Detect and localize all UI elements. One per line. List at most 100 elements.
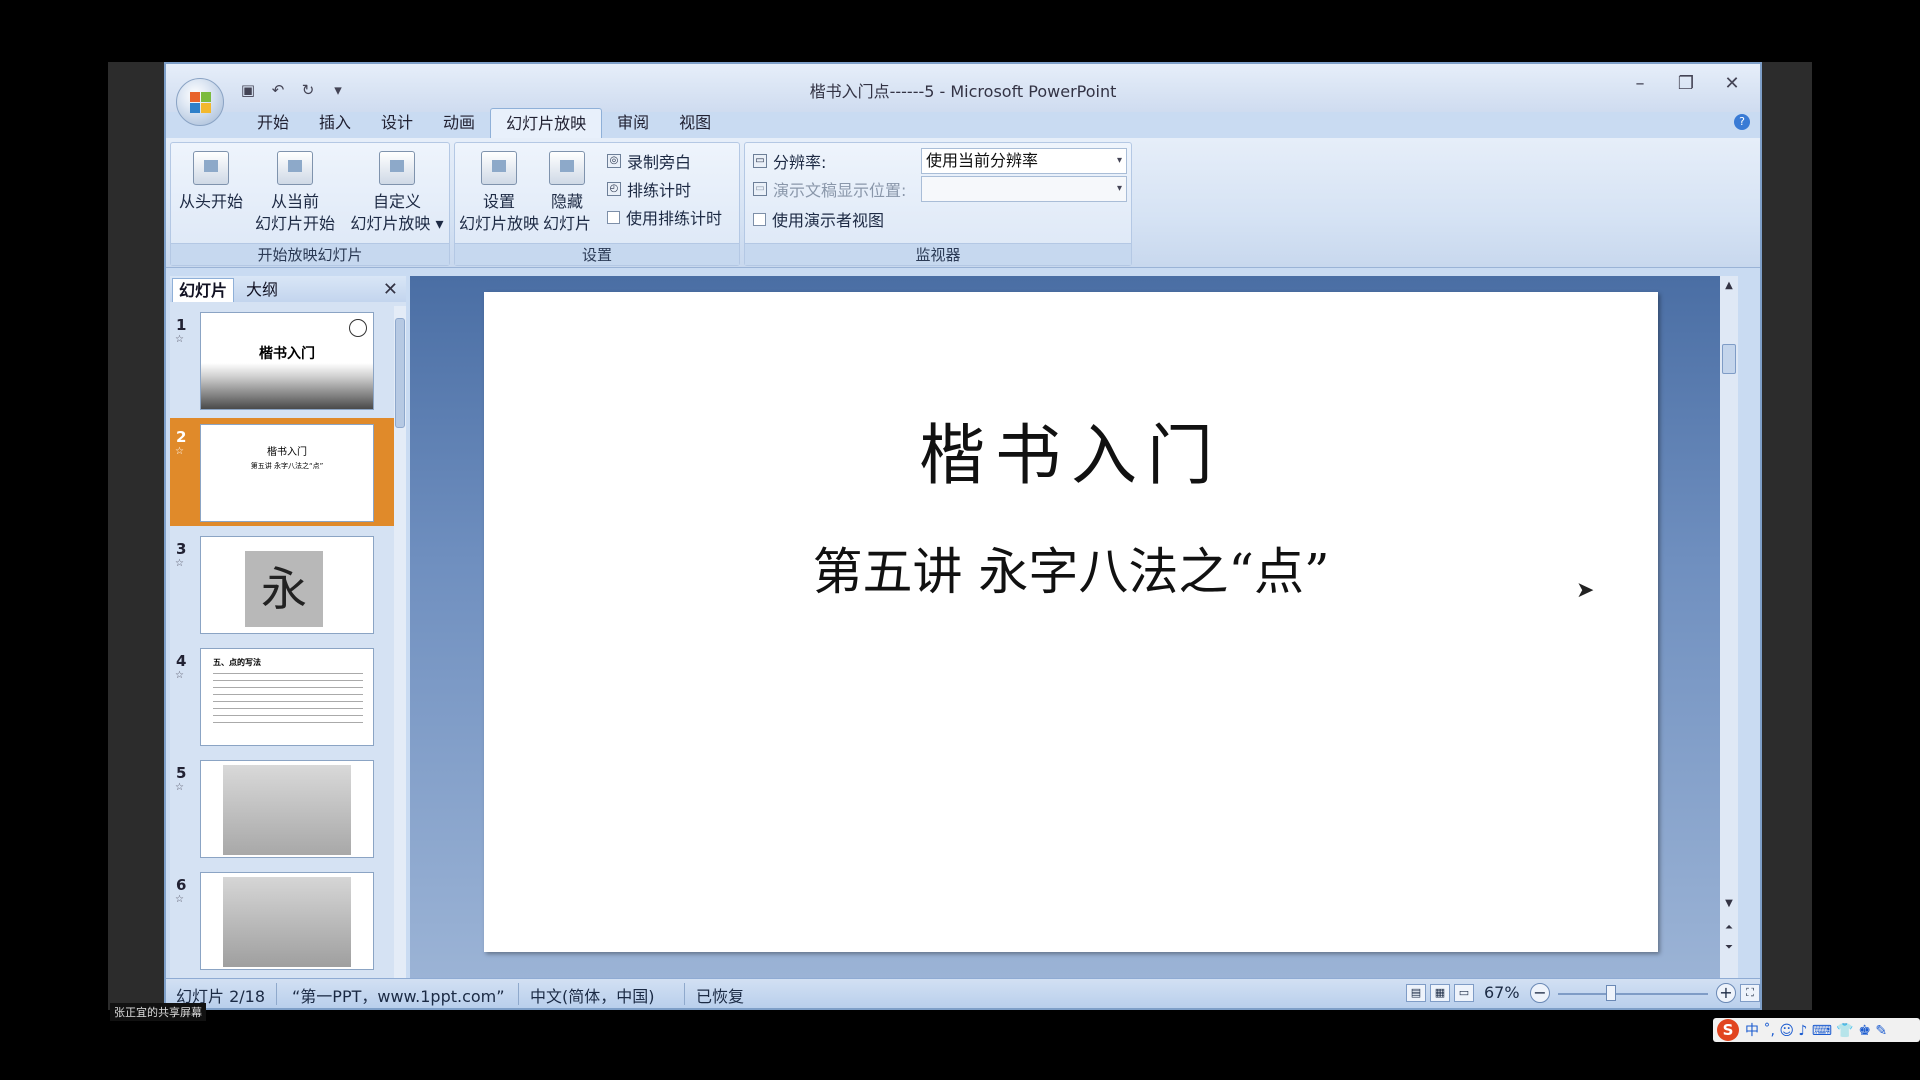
thumbnail-row-5[interactable]: 5 ☆ <box>170 754 396 862</box>
thumbnail-heading: 五、点的写法 <box>213 658 261 667</box>
scrollbar-thumb[interactable] <box>1722 344 1736 374</box>
group-label-monitors: 监视器 <box>745 243 1131 265</box>
next-slide-icon[interactable]: ⏷ <box>1722 942 1736 953</box>
hide-label-2: 幻灯片 <box>542 214 591 233</box>
current-slide[interactable]: 楷书入门 第五讲 永字八法之“点” ➤ <box>484 292 1658 952</box>
help-icon[interactable]: ? <box>1734 114 1750 130</box>
scrollbar-thumb[interactable] <box>395 318 405 428</box>
ribbon: 从头开始 从当前 幻灯片开始 自定义 幻灯片放映 ▾ 开始放映幻灯片 设置 幻灯… <box>166 138 1760 268</box>
tab-outline[interactable]: 大纲 <box>240 278 284 302</box>
tab-view[interactable]: 视图 <box>664 108 726 138</box>
tab-slides[interactable]: 幻灯片 <box>172 278 235 302</box>
window-controls: – ❐ ✕ <box>1626 72 1746 96</box>
from-beginning-button[interactable]: 从头开始 <box>175 151 247 213</box>
status-bar: 幻灯片 2/18 “第一PPT，www.1ppt.com” 中文(简体，中国) … <box>166 978 1760 1008</box>
slide-title[interactable]: 楷书入门 <box>484 402 1658 498</box>
zoom-in-icon[interactable]: + <box>1716 983 1736 1003</box>
thumbnail-photo <box>223 877 351 967</box>
sogou-ime-icon[interactable]: S <box>1717 1019 1739 1041</box>
language-indicator[interactable]: 中文(简体，中国) <box>530 983 655 1007</box>
ribbon-tabs: 开始 插入 设计 动画 幻灯片放映 审阅 视图 <box>242 108 726 138</box>
record-narration-button[interactable]: ◎ 录制旁白 <box>607 149 691 173</box>
zoom-out-icon[interactable]: − <box>1530 983 1550 1003</box>
pane-tabs: 幻灯片 大纲 ✕ <box>170 276 406 302</box>
ime-toolbar: S 中 ˚, ☺ ♪ ⌨ 👕 ♚ ✎ <box>1713 1018 1920 1042</box>
chevron-down-icon: ▾ <box>1116 183 1122 194</box>
slides-pane: 幻灯片 大纲 ✕ 1 ☆ 楷书入门 2 ☆ 楷书入门 第五讲 永字八法之“点” … <box>170 276 406 986</box>
theme-name: “第一PPT，www.1ppt.com” <box>292 987 505 1006</box>
office-button[interactable] <box>176 78 224 126</box>
slideshow-play-icon <box>193 151 229 185</box>
thumbnail-row-6[interactable]: 6 ☆ <box>170 866 396 974</box>
thumbnail-3[interactable]: 永 <box>200 536 374 634</box>
custom-show-button[interactable]: 自定义 幻灯片放映 ▾ <box>347 151 447 235</box>
transition-icon: ☆ <box>175 558 184 569</box>
slide-subtitle[interactable]: 第五讲 永字八法之“点” <box>484 532 1658 604</box>
checkbox-icon[interactable] <box>753 212 766 226</box>
use-timings-checkbox[interactable]: 使用排练计时 <box>607 205 722 229</box>
tab-insert[interactable]: 插入 <box>304 108 366 138</box>
transition-icon: ☆ <box>175 894 184 905</box>
group-start-slide-show: 从头开始 从当前 幻灯片开始 自定义 幻灯片放映 ▾ 开始放映幻灯片 <box>170 142 450 266</box>
checkbox-icon[interactable] <box>607 210 620 224</box>
slide-vertical-scrollbar[interactable]: ▲ ▼ ⏶ ⏷ <box>1720 276 1738 986</box>
scroll-up-icon[interactable]: ▲ <box>1722 280 1736 291</box>
slides-pane-scrollbar[interactable] <box>394 306 406 986</box>
use-timings-label: 使用排练计时 <box>626 209 723 228</box>
tab-home[interactable]: 开始 <box>242 108 304 138</box>
tab-design[interactable]: 设计 <box>366 108 428 138</box>
tab-animations[interactable]: 动画 <box>428 108 490 138</box>
scroll-down-icon[interactable]: ▼ <box>1722 898 1736 909</box>
thumbnail-1[interactable]: 楷书入门 <box>200 312 374 410</box>
thumbnail-text-lines <box>213 673 363 723</box>
thumbnail-5[interactable] <box>200 760 374 858</box>
close-icon[interactable]: ✕ <box>1718 72 1746 96</box>
resolution-icon: ▭ <box>753 154 767 168</box>
slide-sorter-view-icon[interactable]: ▦ <box>1430 984 1450 1002</box>
transition-icon: ☆ <box>175 446 184 457</box>
thumbnail-subtitle: 第五讲 永字八法之“点” <box>250 462 324 470</box>
tab-slide-show[interactable]: 幻灯片放映 <box>490 108 603 138</box>
presenter-view-label: 使用演示者视图 <box>772 211 885 230</box>
powerpoint-window: ▣ ↶ ↻ ▾ 楷书入门点------5 - Microsoft PowerPo… <box>164 62 1762 1010</box>
thumbnail-6[interactable] <box>200 872 374 970</box>
show-on-dropdown[interactable]: ▾ <box>921 176 1127 202</box>
thumbnail-photo <box>223 765 351 855</box>
tab-review[interactable]: 审阅 <box>602 108 664 138</box>
slideshow-current-icon <box>277 151 313 185</box>
chevron-down-icon: ▾ <box>1116 155 1122 166</box>
close-icon[interactable]: ✕ <box>383 279 398 300</box>
fit-to-window-icon[interactable]: ⛶ <box>1740 984 1760 1002</box>
from-current-button[interactable]: 从当前 幻灯片开始 <box>249 151 341 235</box>
slideshow-view-icon[interactable]: ▭ <box>1454 984 1474 1002</box>
seal-logo-icon <box>349 319 367 337</box>
normal-view-icon[interactable]: ▤ <box>1406 984 1426 1002</box>
transition-icon: ☆ <box>175 334 184 345</box>
zoom-slider[interactable] <box>1558 993 1708 995</box>
resolution-dropdown[interactable]: 使用当前分辨率 ▾ <box>921 148 1127 174</box>
thumbnail-4[interactable]: 五、点的写法 <box>200 648 374 746</box>
thumbnail-row-1[interactable]: 1 ☆ 楷书入门 <box>170 306 396 414</box>
setup-slide-show-button[interactable]: 设置 幻灯片放映 <box>459 151 539 235</box>
rehearse-timings-button[interactable]: ◴ 排练计时 <box>607 177 691 201</box>
resolution-label: 分辨率: <box>773 153 827 172</box>
recovered-status: 已恢复 <box>696 987 745 1006</box>
ime-status-text[interactable]: 中 ˚, ☺ ♪ ⌨ 👕 ♚ ✎ <box>1745 1020 1887 1040</box>
restore-icon[interactable]: ❐ <box>1672 72 1700 96</box>
thumbnail-2[interactable]: 楷书入门 第五讲 永字八法之“点” <box>200 424 374 522</box>
setup-label-1: 设置 <box>482 192 515 211</box>
thumbnail-row-3[interactable]: 3 ☆ 永 <box>170 530 396 638</box>
screen-share-label: 张正宜的共享屏幕 <box>110 1003 206 1021</box>
divider <box>684 983 685 1005</box>
previous-slide-icon[interactable]: ⏶ <box>1722 922 1736 933</box>
zoom-slider-thumb[interactable] <box>1606 985 1616 1001</box>
rehearse-timings-label: 排练计时 <box>627 181 692 200</box>
zoom-level[interactable]: 67% <box>1484 983 1520 1002</box>
presenter-view-checkbox[interactable]: 使用演示者视图 <box>753 207 884 231</box>
minimize-icon[interactable]: – <box>1626 72 1654 96</box>
thumbnail-row-4[interactable]: 4 ☆ 五、点的写法 <box>170 642 396 750</box>
thumbnail-row-2[interactable]: 2 ☆ 楷书入门 第五讲 永字八法之“点” <box>170 418 396 526</box>
hide-slide-button[interactable]: 隐藏 幻灯片 <box>541 151 593 235</box>
stopwatch-icon: ◴ <box>607 182 621 196</box>
ink-landscape-image <box>201 363 373 409</box>
